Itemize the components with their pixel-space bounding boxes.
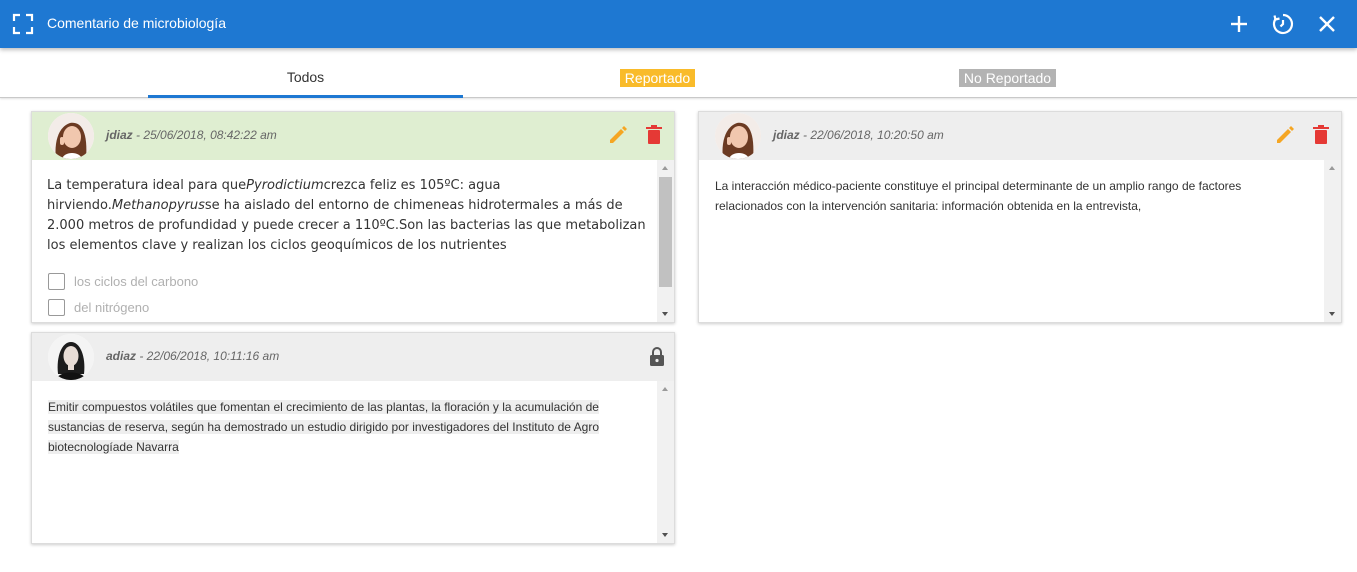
checkbox[interactable] (48, 272, 65, 290)
not-reported-badge: No Reportado (958, 69, 1057, 87)
checkbox-label: del nitrógeno (74, 299, 150, 315)
scroll-down-arrow[interactable] (662, 533, 668, 537)
comment-date: - 25/06/2018, 08:42:22 am (132, 128, 277, 142)
window-title: Comentario de microbiología (47, 15, 226, 31)
checkbox-nitrogen[interactable]: del nitrógeno (48, 297, 149, 317)
comment-text: Emitir compuestos volátiles que fomentan… (48, 400, 600, 454)
tab-not-reported[interactable]: No Reportado (850, 48, 1165, 97)
clock-rotate-icon[interactable] (1271, 12, 1295, 36)
plus-icon[interactable] (1227, 12, 1251, 36)
comment-card: jdiaz - 22/06/2018, 10:20:50 am La inter… (698, 111, 1342, 323)
delete-icon[interactable] (1310, 124, 1332, 146)
scroll-up-arrow[interactable] (1329, 166, 1335, 170)
comment-card: jdiaz - 25/06/2018, 08:42:22 am La tempe… (31, 111, 675, 323)
avatar (715, 113, 761, 159)
comment-meta: jdiaz - 25/06/2018, 08:42:22 am (106, 128, 277, 142)
scroll-up-arrow[interactable] (662, 166, 668, 170)
tab-all-label: Todos (286, 69, 325, 85)
lock-icon (646, 345, 668, 367)
comment-author: adiaz (106, 349, 137, 363)
scroll-down-arrow[interactable] (1329, 312, 1335, 316)
comment-header: jdiaz - 22/06/2018, 10:20:50 am (699, 112, 1341, 160)
filter-tabs: Todos Reportado No Reportado (0, 48, 1357, 98)
comment-header: adiaz - 22/06/2018, 10:11:16 am (32, 333, 674, 381)
checkbox-carbon-cycle[interactable]: los ciclos del carbono (48, 271, 198, 291)
delete-icon[interactable] (643, 124, 665, 146)
scrollbar[interactable] (1324, 160, 1341, 322)
comment-date: - 22/06/2018, 10:11:16 am (136, 349, 280, 363)
comment-header: jdiaz - 25/06/2018, 08:42:22 am (32, 112, 674, 160)
comment-date: - 22/06/2018, 10:20:50 am (799, 128, 944, 142)
comment-author: jdiaz (773, 128, 800, 142)
fullscreen-icon[interactable] (12, 13, 34, 35)
title-bar: Comentario de microbiología (0, 0, 1357, 48)
tab-all[interactable]: Todos (148, 48, 463, 98)
scroll-thumb[interactable] (659, 177, 672, 287)
close-icon[interactable] (1315, 12, 1339, 36)
scrollbar[interactable] (657, 381, 674, 543)
edit-icon[interactable] (607, 124, 629, 146)
comment-text: La temperatura ideal para quePyrodictium… (47, 178, 646, 253)
comment-meta: jdiaz - 22/06/2018, 10:20:50 am (773, 128, 944, 142)
scroll-up-arrow[interactable] (662, 387, 668, 391)
active-tab-indicator (148, 95, 463, 98)
comment-card: adiaz - 22/06/2018, 10:11:16 am Emitir c… (31, 332, 675, 544)
avatar (48, 113, 94, 159)
checkbox-label: los ciclos del carbono (74, 273, 199, 289)
edit-icon[interactable] (1274, 124, 1296, 146)
checkbox[interactable] (48, 298, 65, 316)
comment-body: La interacción médico-paciente constituy… (699, 160, 1341, 322)
avatar (48, 334, 94, 380)
comment-author: jdiaz (106, 128, 133, 142)
comment-body: La temperatura ideal para quePyrodictium… (32, 160, 674, 322)
scrollbar[interactable] (657, 160, 674, 322)
comment-meta: adiaz - 22/06/2018, 10:11:16 am (106, 349, 279, 363)
reported-badge: Reportado (619, 69, 696, 87)
tab-reported[interactable]: Reportado (500, 48, 815, 97)
scroll-down-arrow[interactable] (662, 312, 668, 316)
comment-text: La interacción médico-paciente constituy… (715, 179, 1242, 213)
comment-body: Emitir compuestos volátiles que fomentan… (32, 381, 674, 543)
